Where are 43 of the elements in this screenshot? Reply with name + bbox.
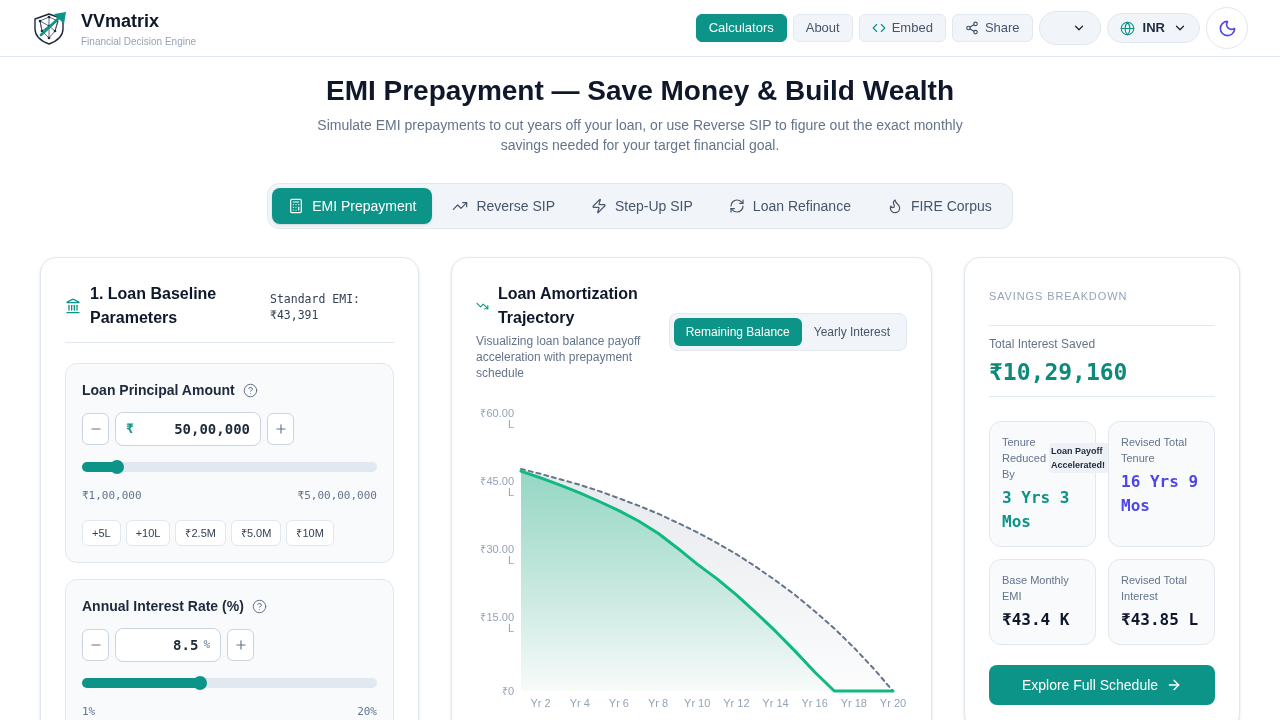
x-axis-label: Yr 14 [762, 696, 789, 710]
field-label: Loan Principal Amount [82, 381, 235, 400]
x-axis-label: Yr 4 [569, 696, 590, 710]
y-axis-label: ₹15.00 L [479, 612, 514, 634]
range-max-label: ₹5,00,00,000 [297, 488, 377, 504]
stat-value: 3 Yrs 3 Mos [1002, 487, 1071, 533]
x-axis-label: Yr 12 [723, 696, 750, 710]
standard-emi: Standard EMI: ₹43,391 [270, 291, 361, 323]
page-title: EMI Prepayment — Save Money & Build Wealth [325, 74, 955, 108]
x-axis-label: Yr 10 [684, 696, 711, 710]
stat-value: ₹43.85 L [1121, 609, 1200, 631]
currency-prefix: ₹ [126, 420, 134, 439]
stat-value: 16 Yrs 9 Mos [1121, 471, 1200, 517]
status-badge: Loan Payoff Accelerated! [1049, 443, 1109, 473]
y-axis-label: ₹45.00 L [479, 476, 514, 498]
total-saved-label: Total Interest Saved [989, 336, 1097, 352]
section-heading: SAVINGS BREAKDOWN [989, 289, 1129, 304]
field-label: Annual Interest Rate (%) [82, 597, 244, 616]
y-axis-label: ₹30.00 L [479, 544, 514, 566]
chart-description: Visualizing loan balance payoff acceleration with prepayment schedule [476, 333, 642, 381]
stat-label: Base Monthly EMI [1002, 573, 1070, 604]
stat-label: Revised Total Tenure [1121, 435, 1188, 466]
x-axis-label: Yr 6 [608, 696, 629, 710]
chart-title: Loan Amortization Trajectory [497, 284, 639, 328]
x-axis-label: Yr 18 [840, 696, 867, 710]
range-min-label: ₹1,00,000 [82, 488, 142, 504]
unit-suffix: % [203, 636, 210, 653]
y-axis-label: ₹60.00 L [479, 408, 514, 430]
range-max-label: 20% [357, 704, 377, 720]
brand-tagline: Financial Decision Engine [81, 35, 197, 48]
page-subtitle: Simulate EMI prepayments to cut years off your loan, or use Reverse SIP to figure out the exact monthly savings needed for your target financial goal. [316, 116, 964, 155]
stat-label: Tenure Reduced By [1002, 435, 1048, 482]
total-saved-value: ₹10,29,160 [989, 358, 1129, 387]
brand-name: VVmatrix [81, 9, 161, 33]
x-axis-label: Yr 2 [530, 696, 551, 710]
x-axis-label: Yr 16 [801, 696, 828, 710]
stat-label: Revised Total Interest [1121, 573, 1188, 604]
x-axis-label: Yr 20 [879, 696, 907, 710]
stat-value: ₹43.4 K [1002, 609, 1071, 631]
range-min-label: 1% [82, 704, 96, 720]
y-axis-label: ₹0 [500, 685, 514, 697]
x-axis-label: Yr 8 [647, 696, 669, 710]
section-title: 1. Loan Baseline Parameters [90, 284, 218, 328]
